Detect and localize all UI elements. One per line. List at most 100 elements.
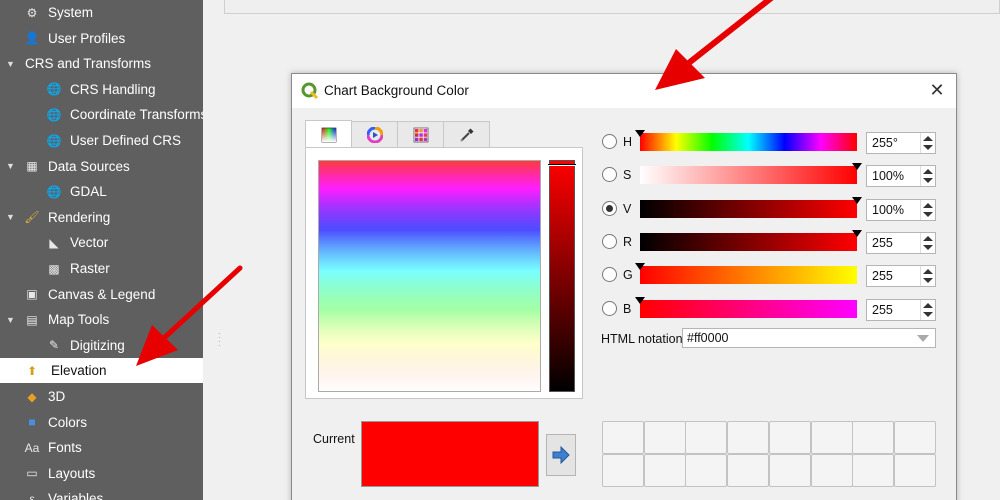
close-button[interactable]: ✕ [926,79,948,101]
swatch-cell[interactable] [893,454,936,487]
tab-sampler[interactable] [443,121,490,148]
swatch-cell[interactable] [768,454,811,487]
chevron-down-icon[interactable] [923,278,933,284]
chevron-up-icon[interactable] [923,235,933,241]
swatch-cell[interactable] [852,454,895,487]
sidebar-item-data-sources[interactable]: ▼ ▦ Data Sources [0,154,203,179]
sidebar-item-raster[interactable]: ▩ Raster [0,256,203,281]
sidebar-item-variables[interactable]: ε Variables [0,486,203,500]
slider-v[interactable] [640,196,862,218]
sidebar-item-canvas-legend[interactable]: ▣ Canvas & Legend [0,282,203,307]
current-color-swatch[interactable] [361,421,539,487]
chevron-up-icon[interactable] [923,269,933,275]
slider-b[interactable] [635,296,857,318]
spinbox-value[interactable]: 255° [872,136,898,150]
swatch-cell[interactable] [602,421,644,454]
radio-s[interactable] [602,167,617,183]
sidebar-item-elevation[interactable]: ⬆ Elevation [0,358,203,384]
sidebar-item-crs-handling[interactable]: 🌐 CRS Handling [0,77,203,102]
swatch-cell[interactable] [602,454,644,487]
spinbox-b[interactable]: 255 [866,298,936,321]
saturation-hue-square[interactable] [318,160,541,392]
chevron-down-icon[interactable] [923,244,933,250]
chevron-up-icon[interactable] [923,169,933,175]
sidebar-item-gdal[interactable]: 🌐 GDAL [0,179,203,204]
chevron-down-icon[interactable] [917,335,929,342]
spinbox-value[interactable]: 255 [872,269,893,283]
chevron-down-icon[interactable]: ▼ [6,212,15,222]
spinbox-value[interactable]: 255 [872,303,893,317]
tab-swatches[interactable] [397,121,444,148]
spin-buttons[interactable] [920,166,935,187]
slider-handle[interactable] [852,163,862,171]
spinbox-value[interactable]: 255 [872,236,893,250]
swatch-cell[interactable] [852,421,895,454]
slider-s[interactable] [640,163,862,185]
spinbox-s[interactable]: 100% [866,165,936,188]
swatch-cell[interactable] [810,421,853,454]
apply-color-button[interactable] [546,434,576,476]
tab-color-wheel[interactable] [351,121,398,148]
swatch-cell[interactable] [893,421,936,454]
spinbox-v[interactable]: 100% [866,198,936,221]
radio-v[interactable] [602,200,617,216]
radio-h[interactable] [602,134,617,149]
spinbox-value[interactable]: 100% [872,203,904,217]
sidebar-item-coordinate-transforms[interactable]: 🌐 Coordinate Transforms [0,102,203,127]
sidebar-item-user-profiles[interactable]: 👤 User Profiles [0,26,203,51]
swatch-cell[interactable] [643,421,686,454]
tab-color-square[interactable] [305,120,352,149]
chevron-down-icon[interactable]: ▼ [6,161,15,171]
chevron-up-icon[interactable] [923,136,933,141]
sidebar-item-layouts[interactable]: ▭ Layouts [0,461,203,486]
sidebar-item-user-defined-crs[interactable]: 🌐 User Defined CRS [0,128,203,153]
spinbox-r[interactable]: 255 [866,231,936,254]
spin-buttons[interactable] [920,133,935,153]
radio-g[interactable] [602,267,617,283]
chevron-up-icon[interactable] [923,302,933,308]
chevron-down-icon[interactable] [923,211,933,217]
splitter-handle[interactable]: · · · · [218,330,221,352]
sidebar-item-system[interactable]: ⚙ System [0,0,203,25]
swatch-cell[interactable] [685,454,728,487]
spinbox-h[interactable]: 255° [866,132,936,154]
spin-buttons[interactable] [920,199,935,220]
sidebar-item-vector[interactable]: ◣ Vector [0,230,203,255]
sidebar-item-digitizing[interactable]: ✎ Digitizing [0,333,203,358]
radio-b[interactable] [602,300,617,316]
slider-g[interactable] [635,263,857,285]
spinbox-value[interactable]: 100% [872,169,904,183]
chevron-down-icon[interactable]: ▼ [6,59,15,69]
radio-r[interactable] [602,233,617,249]
slider-h[interactable] [635,130,857,151]
spin-buttons[interactable] [920,266,935,287]
chevron-up-icon[interactable] [923,202,933,208]
swatch-cell[interactable] [768,421,811,454]
slider-handle[interactable] [635,130,645,137]
swatch-cell[interactable] [727,454,770,487]
sidebar-item-colors[interactable]: ■ Colors [0,410,203,435]
spinbox-g[interactable]: 255 [866,265,936,288]
sidebar-item-map-tools[interactable]: ▼ ▤ Map Tools [0,307,203,332]
value-ramp-marker[interactable] [548,164,576,166]
sidebar-item-rendering[interactable]: ▼ 🖌 Rendering [0,205,203,230]
slider-r[interactable] [640,229,862,251]
value-ramp-strip[interactable] [548,160,576,392]
sidebar-item-3d[interactable]: ◆ 3D [0,384,203,409]
sidebar-item-fonts[interactable]: Aa Fonts [0,435,203,460]
slider-handle[interactable] [852,196,862,204]
chevron-down-icon[interactable] [923,311,933,317]
chevron-down-icon[interactable] [923,178,933,184]
slider-handle[interactable] [635,263,645,271]
html-notation-combo[interactable]: #ff0000 [682,328,936,348]
chevron-down-icon[interactable] [923,145,933,150]
swatch-cell[interactable] [810,454,853,487]
slider-handle[interactable] [635,296,645,304]
spin-buttons[interactable] [920,299,935,320]
swatch-cell[interactable] [727,421,770,454]
spin-buttons[interactable] [920,232,935,253]
swatch-cell[interactable] [643,454,686,487]
chevron-down-icon[interactable]: ▼ [6,315,15,325]
slider-handle[interactable] [852,229,862,237]
sidebar-item-crs-and-transforms[interactable]: ▼ CRS and Transforms [0,51,203,76]
